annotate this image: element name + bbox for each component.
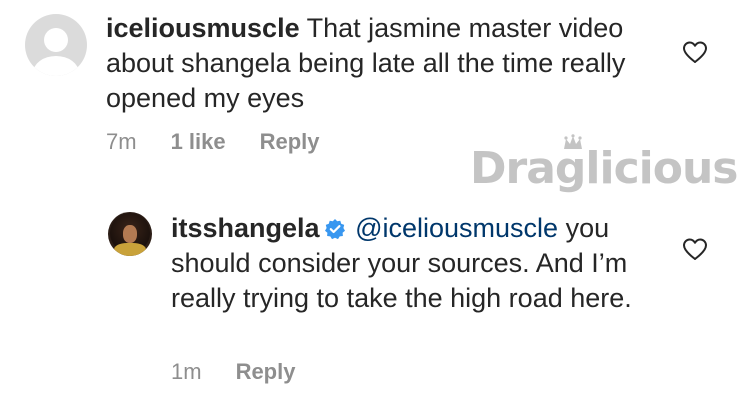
watermark-text: Draglicious [470,143,738,194]
avatar[interactable] [108,212,152,256]
comment-1-username[interactable]: iceliousmuscle [106,13,300,43]
comment-1-reply-button[interactable]: Reply [260,129,320,155]
comments-thread: iceliousmuscle That jasmine master video… [0,0,750,410]
comment-2-mention[interactable]: @iceliousmuscle [355,213,558,243]
comment-1-meta: 7m 1 like Reply [106,129,320,155]
comment-2-text: itsshangela @iceliousmuscle you should c… [171,211,641,316]
crown-icon [564,134,582,149]
comment-1-text: iceliousmuscle That jasmine master video… [106,11,626,116]
comment-2-time: 1m [171,359,202,384]
comment-2-username[interactable]: itsshangela [171,213,320,243]
default-avatar-icon[interactable] [25,14,87,76]
comment-2-meta: 1m Reply [171,359,295,385]
comment-2-reply-button[interactable]: Reply [236,359,296,385]
verified-badge-icon [324,219,345,240]
comment-1-time: 7m [106,129,137,154]
watermark-logo: Draglicious [470,134,738,204]
heart-outline-icon[interactable] [682,237,708,261]
comment-1-likes[interactable]: 1 like [171,129,226,155]
heart-outline-icon[interactable] [682,40,708,64]
